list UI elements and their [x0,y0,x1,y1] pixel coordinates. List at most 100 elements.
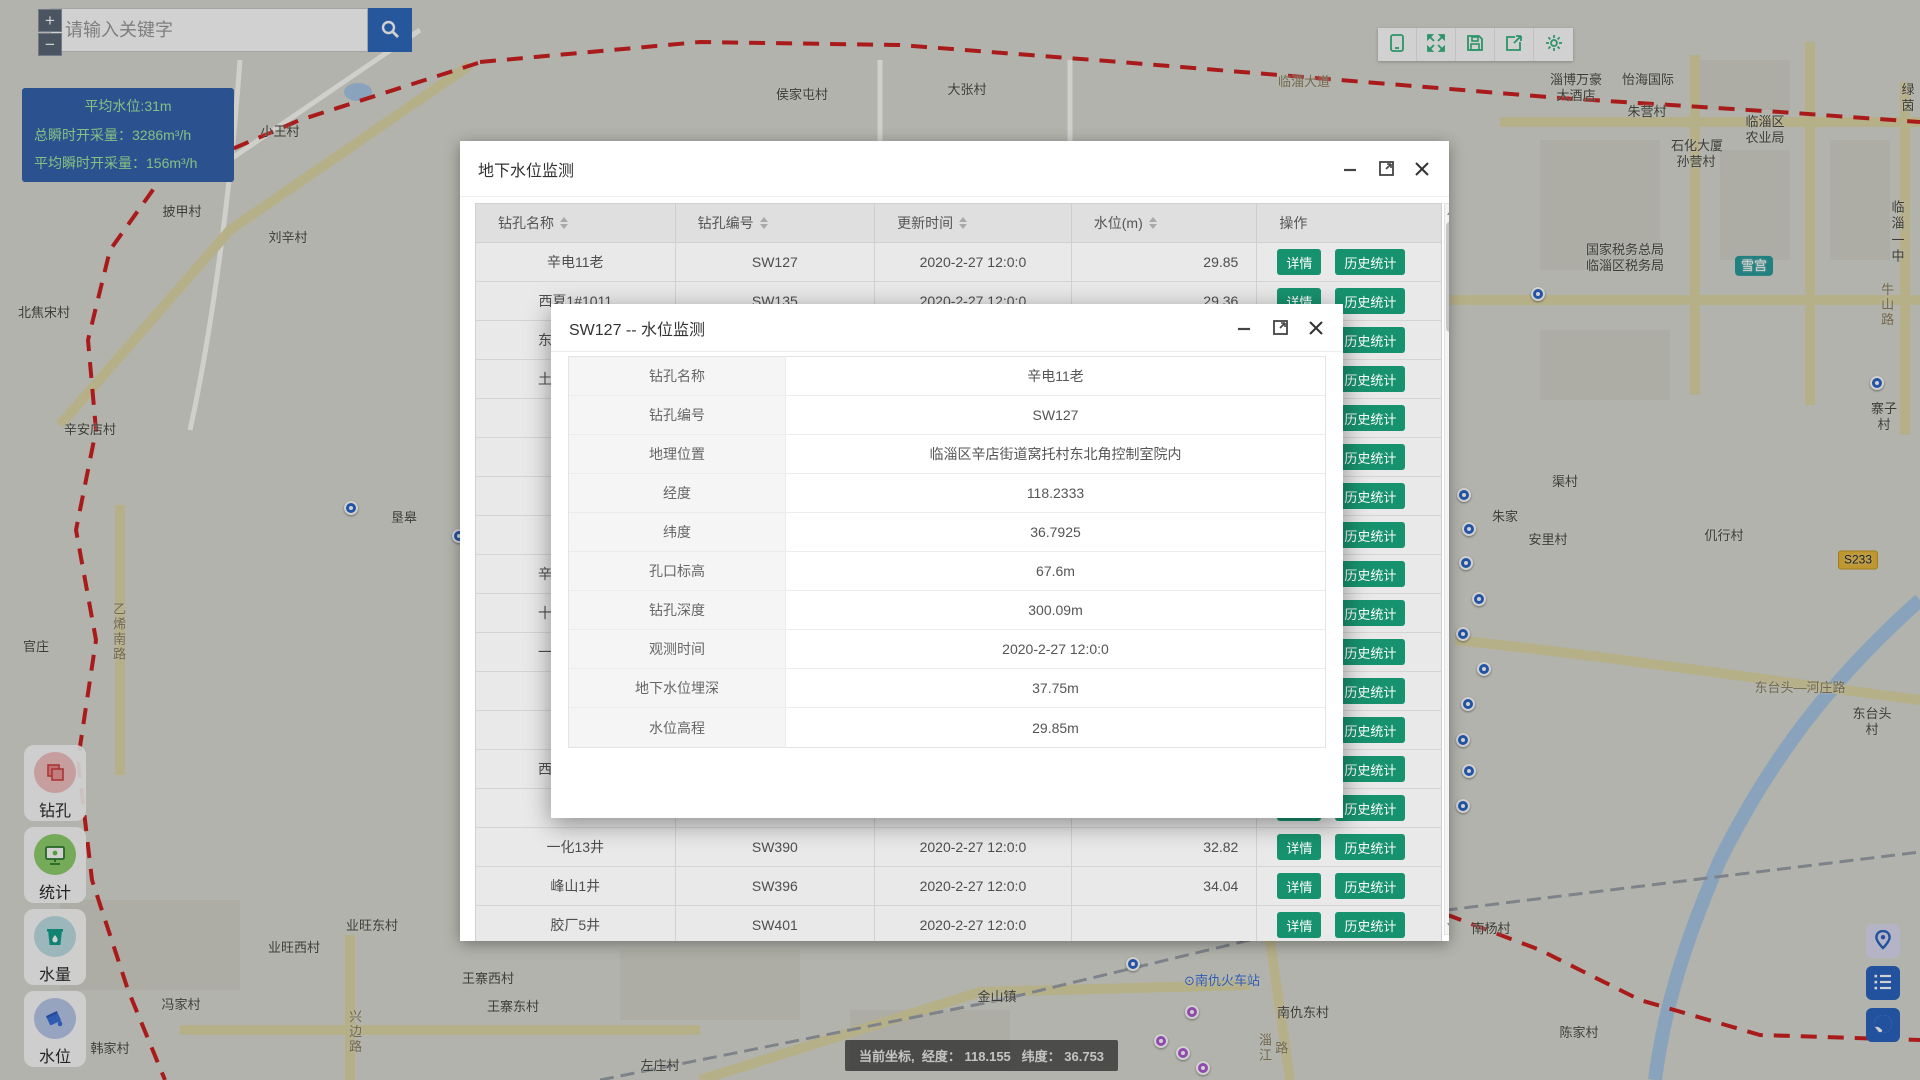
cell-code: SW390 [676,828,876,866]
cell-name: 胶厂5井 [476,906,676,941]
well-detail-dialog: SW127 -- 水位监测 钻孔名称辛电11老钻孔编号SW127地理位置临淄区辛… [551,304,1343,818]
column-header-钻孔名称[interactable]: 钻孔名称 [476,204,676,242]
main-dialog-titlebar: 地下水位监测 [460,141,1449,197]
close-icon[interactable] [1307,319,1325,337]
cell-name: 一化13井 [476,828,676,866]
detail-field-label: 钻孔编号 [569,396,786,434]
cell-level [1072,906,1258,941]
history-stats-button[interactable]: 历史统计 [1335,912,1405,938]
history-stats-button[interactable]: 历史统计 [1335,639,1405,665]
history-stats-button[interactable]: 历史统计 [1335,522,1405,548]
cell-time: 2020-2-27 12:0:0 [875,906,1072,941]
cell-level: 34.04 [1072,867,1258,905]
cell-actions: 详情历史统计 [1257,867,1441,905]
cell-actions: 详情历史统计 [1257,828,1441,866]
well-detail-table: 钻孔名称辛电11老钻孔编号SW127地理位置临淄区辛店街道窝托村东北角控制室院内… [568,356,1326,748]
scroll-down-icon[interactable] [1447,923,1449,929]
history-stats-button[interactable]: 历史统计 [1335,756,1405,782]
column-header-更新时间[interactable]: 更新时间 [875,204,1072,242]
history-stats-button[interactable]: 历史统计 [1335,483,1405,509]
cell-level: 32.82 [1072,828,1258,866]
table-row: 一化13井SW3902020-2-27 12:0:032.82详情历史统计 [475,828,1442,867]
app-root: 侯家屯村大张村傅家庄小王村临淄大道朱营村孙营村淄博万豪 大酒店怡海国际绿茵石化大… [0,0,1920,1080]
sort-icon[interactable] [760,217,768,229]
table-row: 辛电11老SW1272020-2-27 12:0:029.85 详情历史统计 [475,243,1442,282]
sort-icon[interactable] [1149,217,1157,229]
cell-time: 2020-2-27 12:0:0 [875,828,1072,866]
cell-level: 29.85 [1072,243,1258,281]
detail-field-value: 2020-2-27 12:0:0 [786,630,1325,668]
detail-field-label: 钻孔名称 [569,357,786,395]
detail-field-value: 29.85m [786,708,1325,747]
column-header-操作: 操作 [1257,204,1441,242]
column-header-水位(m)[interactable]: 水位(m) [1072,204,1258,242]
history-stats-button[interactable]: 历史统计 [1335,678,1405,704]
detail-row: 钻孔名称辛电11老 [569,357,1325,396]
column-header-钻孔编号[interactable]: 钻孔编号 [676,204,876,242]
scroll-up-icon[interactable] [1447,209,1449,215]
maximize-icon[interactable] [1271,319,1289,337]
detail-field-label: 钻孔深度 [569,591,786,629]
history-stats-button[interactable]: 历史统计 [1335,795,1405,821]
detail-field-value: SW127 [786,396,1325,434]
table-row: 峰山1井SW3962020-2-27 12:0:034.04详情历史统计 [475,867,1442,906]
cell-code: SW401 [676,906,876,941]
detail-field-label: 经度 [569,474,786,512]
minimize-icon[interactable] [1341,160,1359,178]
detail-field-value: 临淄区辛店街道窝托村东北角控制室院内 [786,435,1325,473]
minimize-icon[interactable] [1235,319,1253,337]
detail-button[interactable]: 详情 [1277,873,1321,899]
detail-dialog-title: SW127 -- 水位监测 [569,316,1235,340]
history-stats-button[interactable]: 历史统计 [1335,834,1405,860]
detail-row: 经度118.2333 [569,474,1325,513]
maximize-icon[interactable] [1377,160,1395,178]
detail-row: 纬度36.7925 [569,513,1325,552]
cell-name: 峰山1井 [476,867,676,905]
detail-field-label: 观测时间 [569,630,786,668]
history-stats-button[interactable]: 历史统计 [1335,561,1405,587]
history-stats-button[interactable]: 历史统计 [1335,405,1405,431]
detail-row: 水位高程29.85m [569,708,1325,747]
detail-field-label: 水位高程 [569,708,786,747]
history-stats-button[interactable]: 历史统计 [1335,366,1405,392]
table-row: 胶厂5井SW4012020-2-27 12:0:0 详情历史统计 [475,906,1442,941]
table-scrollbar[interactable] [1444,203,1449,935]
cell-actions: 详情历史统计 [1257,906,1441,941]
sort-icon[interactable] [959,217,967,229]
detail-row: 观测时间2020-2-27 12:0:0 [569,630,1325,669]
cell-time: 2020-2-27 12:0:0 [875,867,1072,905]
detail-button[interactable]: 详情 [1277,249,1321,275]
detail-field-value: 118.2333 [786,474,1325,512]
history-stats-button[interactable]: 历史统计 [1335,444,1405,470]
detail-field-label: 地下水位埋深 [569,669,786,707]
history-stats-button[interactable]: 历史统计 [1335,717,1405,743]
cell-time: 2020-2-27 12:0:0 [875,243,1072,281]
detail-field-value: 300.09m [786,591,1325,629]
cell-name: 辛电11老 [476,243,676,281]
detail-button[interactable]: 详情 [1277,912,1321,938]
detail-row: 地理位置临淄区辛店街道窝托村东北角控制室院内 [569,435,1325,474]
detail-row: 地下水位埋深37.75m [569,669,1325,708]
history-stats-button[interactable]: 历史统计 [1335,600,1405,626]
detail-row: 孔口标高67.6m [569,552,1325,591]
scrollbar-thumb[interactable] [1446,222,1449,332]
history-stats-button[interactable]: 历史统计 [1335,249,1405,275]
detail-field-value: 36.7925 [786,513,1325,551]
detail-field-value: 37.75m [786,669,1325,707]
detail-row: 钻孔深度300.09m [569,591,1325,630]
main-dialog-title: 地下水位监测 [478,157,1341,181]
sort-icon[interactable] [560,217,568,229]
close-icon[interactable] [1413,160,1431,178]
detail-field-value: 辛电11老 [786,357,1325,395]
cell-code: SW396 [676,867,876,905]
detail-row: 钻孔编号SW127 [569,396,1325,435]
history-stats-button[interactable]: 历史统计 [1335,873,1405,899]
history-stats-button[interactable]: 历史统计 [1335,288,1405,314]
cell-code: SW127 [676,243,876,281]
detail-field-label: 纬度 [569,513,786,551]
detail-field-value: 67.6m [786,552,1325,590]
detail-field-label: 孔口标高 [569,552,786,590]
history-stats-button[interactable]: 历史统计 [1335,327,1405,353]
detail-button[interactable]: 详情 [1277,834,1321,860]
detail-field-label: 地理位置 [569,435,786,473]
